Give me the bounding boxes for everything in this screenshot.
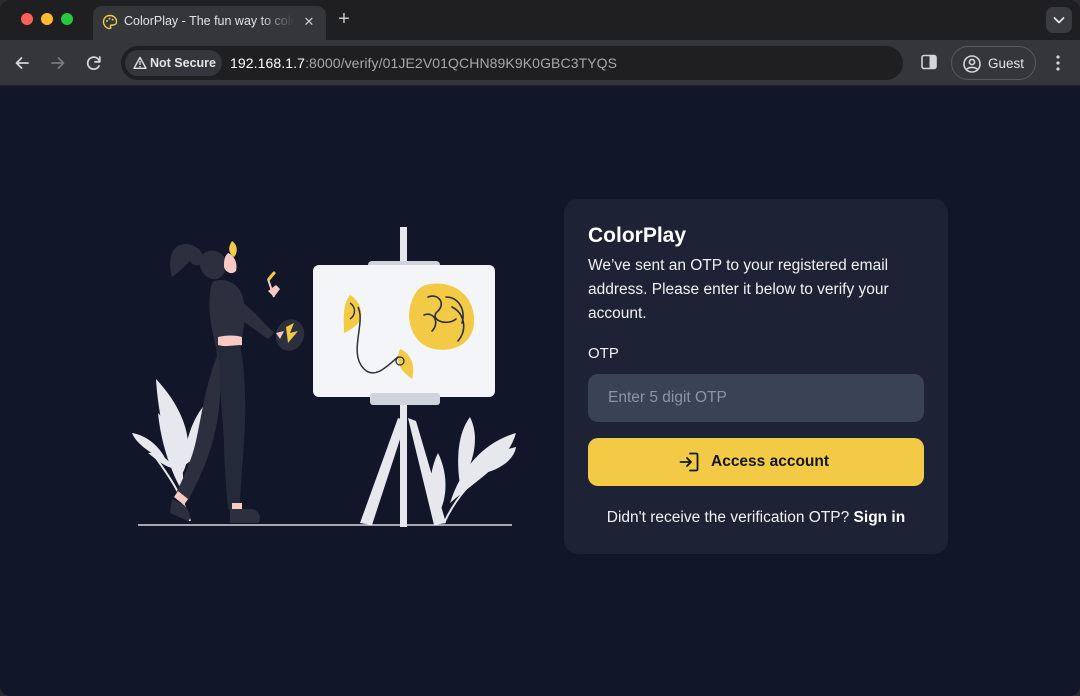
person-circle-icon bbox=[963, 55, 981, 73]
palette-icon bbox=[102, 14, 118, 30]
security-label: Not Secure bbox=[150, 56, 216, 70]
warning-icon bbox=[133, 56, 147, 69]
side-panel-icon bbox=[921, 54, 937, 70]
minimize-window-button[interactable] bbox=[41, 13, 53, 25]
close-window-button[interactable] bbox=[21, 13, 33, 25]
address-bar[interactable]: Not Secure 192.168.1.7:8000/verify/01JE2… bbox=[121, 46, 903, 80]
url-host: 192.168.1.7 bbox=[230, 55, 306, 71]
card-description: We’ve sent an OTP to your registered ema… bbox=[588, 257, 889, 322]
resend-prefix: Didn't receive the verification OTP? bbox=[606, 509, 850, 526]
access-account-button[interactable]: Access account bbox=[588, 438, 924, 486]
new-tab-button[interactable]: + bbox=[334, 8, 354, 30]
otp-label: OTP bbox=[588, 345, 619, 362]
browser-tab[interactable]: ColorPlay - The fun way to color ✕ bbox=[93, 6, 326, 40]
tab-strip: ColorPlay - The fun way to color ✕ + bbox=[0, 0, 1080, 40]
arrow-right-icon bbox=[51, 57, 65, 69]
sign-in-link[interactable]: Sign in bbox=[854, 509, 906, 526]
browser-menu-button[interactable] bbox=[1048, 51, 1068, 75]
otp-input[interactable] bbox=[588, 374, 924, 422]
back-button[interactable] bbox=[10, 51, 34, 75]
forward-button[interactable] bbox=[46, 51, 70, 75]
resend-line: Didn't receive the verification OTP? Sig… bbox=[564, 509, 948, 527]
chevron-down-icon bbox=[1053, 17, 1065, 24]
url-text[interactable]: 192.168.1.7:8000/verify/01JE2V01QCHN89K9… bbox=[230, 55, 617, 71]
page-content: ColorPlay We’ve sent an OTP to your regi… bbox=[0, 87, 1080, 696]
painter-illustration bbox=[132, 227, 516, 527]
browser-window: ColorPlay - The fun way to color ✕ + Not… bbox=[0, 0, 1080, 696]
zoom-window-button[interactable] bbox=[61, 13, 73, 25]
tab-close-icon[interactable]: ✕ bbox=[300, 13, 318, 31]
profile-label: Guest bbox=[988, 56, 1025, 71]
security-chip[interactable]: Not Secure bbox=[125, 50, 222, 76]
side-panel-button[interactable] bbox=[918, 51, 940, 73]
sign-in-icon bbox=[679, 452, 699, 472]
tab-title: ColorPlay - The fun way to color bbox=[124, 14, 294, 28]
url-path: :8000/verify/01JE2V01QCHN89K9K0GBC3TYQS bbox=[305, 55, 618, 71]
reload-button[interactable] bbox=[82, 51, 106, 75]
profile-button[interactable]: Guest bbox=[951, 46, 1036, 80]
browser-toolbar: Not Secure 192.168.1.7:8000/verify/01JE2… bbox=[0, 40, 1080, 86]
access-account-label: Access account bbox=[711, 453, 830, 470]
tab-search-button[interactable] bbox=[1046, 7, 1072, 33]
verify-card: ColorPlay We’ve sent an OTP to your regi… bbox=[564, 199, 948, 554]
arrow-left-icon bbox=[15, 57, 29, 69]
card-title: ColorPlay bbox=[588, 224, 687, 247]
kebab-menu-icon bbox=[1056, 55, 1060, 71]
reload-icon bbox=[86, 56, 101, 71]
